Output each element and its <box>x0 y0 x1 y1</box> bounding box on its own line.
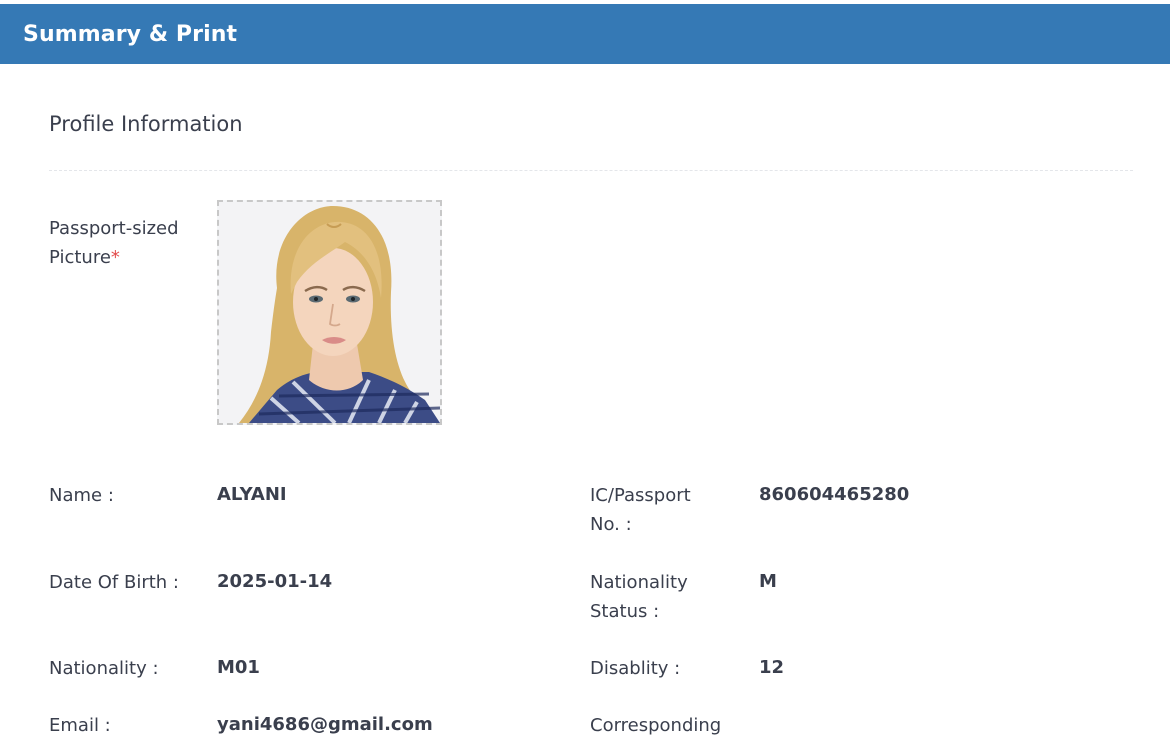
corresponding-label: Corresponding <box>590 715 722 736</box>
email-value: yani4686@gmail.com <box>217 714 433 735</box>
page-header: Summary & Print <box>0 4 1170 64</box>
section-divider <box>49 170 1133 171</box>
profile-photo-image <box>219 202 440 423</box>
disability-label: Disablity : <box>590 658 681 679</box>
name-value: ALYANI <box>217 484 287 505</box>
name-label: Name : <box>49 485 114 506</box>
dob-label: Date Of Birth : <box>49 572 179 593</box>
required-marker: * <box>110 247 120 268</box>
ic-passport-value: 860604465280 <box>759 484 910 505</box>
page-title: Summary & Print <box>23 21 238 47</box>
dob-value: 2025-01-14 <box>217 571 333 592</box>
section-title: Profile Information <box>49 112 243 136</box>
nationality-status-value: M <box>759 571 777 592</box>
photo-label: Passport-sized Picture* <box>49 214 179 272</box>
nationality-label: Nationality : <box>49 658 159 679</box>
disability-value: 12 <box>759 657 785 678</box>
ic-passport-label: IC/Passport No. : <box>590 485 691 535</box>
nationality-status-label: Nationality Status : <box>590 572 688 622</box>
nationality-value: M01 <box>217 657 260 678</box>
passport-photo[interactable] <box>217 200 442 425</box>
email-label: Email : <box>49 715 111 736</box>
